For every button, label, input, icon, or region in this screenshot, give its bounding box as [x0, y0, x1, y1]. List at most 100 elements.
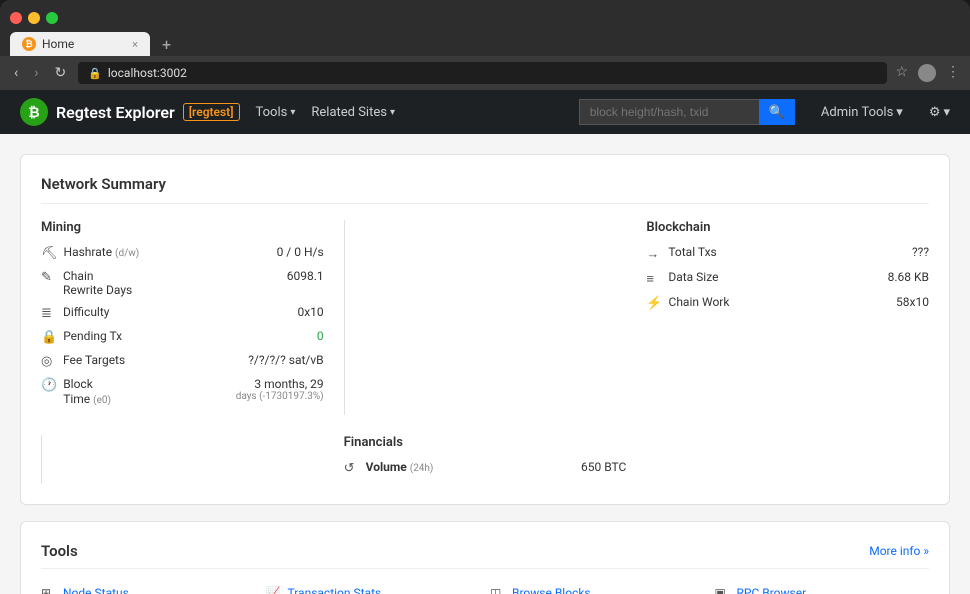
- profile-icon[interactable]: [918, 64, 936, 82]
- difficulty-row: ≣ Difficulty 0x10: [41, 305, 324, 321]
- hashrate-value: 0 / 0 H/s: [277, 245, 324, 259]
- total-txs-row: → Total Txs ???: [646, 245, 929, 262]
- brand-icon: ₿: [20, 98, 48, 126]
- refresh-button[interactable]: ↻: [50, 63, 70, 83]
- search-area: 🔍: [579, 99, 795, 125]
- minimize-button[interactable]: [28, 12, 40, 24]
- total-txs-icon: →: [646, 246, 662, 262]
- settings-menu[interactable]: ⚙ ▾: [929, 105, 950, 120]
- hashrate-label: Hashrate (d/w): [64, 245, 271, 259]
- address-bar: ‹ › ↻ 🔒 localhost:3002 ☆ ⋮: [0, 56, 970, 90]
- fullscreen-button[interactable]: [46, 12, 58, 24]
- node-status-item[interactable]: ⊞ Node Status: [41, 583, 256, 594]
- star-icon[interactable]: ☆: [895, 64, 908, 82]
- network-grid: Mining ⛏ Hashrate (d/w) 0 / 0 H/s ✎ Chai…: [41, 220, 929, 484]
- brand-name: Regtest Explorer: [56, 103, 175, 122]
- brand: ₿ Regtest Explorer [regtest]: [20, 98, 240, 126]
- volume-label: Volume (24h): [366, 460, 575, 474]
- fee-label: Fee Targets: [63, 353, 242, 367]
- network-summary-card: Network Summary Mining ⛏ Hashrate (d/w) …: [20, 154, 950, 505]
- settings-caret-icon: ▾: [943, 105, 950, 120]
- tab-close-icon[interactable]: ×: [132, 38, 138, 51]
- total-txs-label: Total Txs: [668, 245, 906, 259]
- chain-value: 6098.1: [287, 269, 324, 283]
- financials-section: Financials ↺ Volume (24h) 650 BTC: [344, 435, 627, 484]
- tools-col-1: ⊞ Node Status ◈ Block Stats ◐ Block Anal…: [41, 583, 256, 594]
- rpc-browser-icon: ▣: [715, 586, 731, 594]
- difficulty-value: 0x10: [297, 305, 323, 319]
- divider-2: [41, 435, 42, 484]
- browser-chrome: ₿ Home × +: [0, 0, 970, 56]
- node-status-link[interactable]: Node Status: [63, 586, 129, 594]
- menu-icon[interactable]: ⋮: [946, 64, 960, 82]
- transaction-stats-item[interactable]: 📈 Transaction Stats: [266, 583, 481, 594]
- data-size-row: ≡ Data Size 8.68 KB: [646, 270, 929, 287]
- transaction-stats-link[interactable]: Transaction Stats: [288, 586, 382, 594]
- data-size-label: Data Size: [668, 270, 881, 284]
- back-button[interactable]: ‹: [10, 63, 22, 83]
- block-time-value: 3 months, 29: [236, 377, 324, 391]
- chain-work-icon: ⚡: [646, 296, 662, 311]
- tools-menu[interactable]: Tools ▾: [256, 105, 296, 120]
- pending-tx-row: 🔒 Pending Tx 0: [41, 329, 324, 345]
- tools-col-3: ◫ Browse Blocks 🔒 Browse Pending Tx ⊙ Pe…: [490, 583, 705, 594]
- admin-tools-menu[interactable]: Admin Tools ▾: [821, 105, 903, 120]
- tools-col-2: 📈 Transaction Stats ▤ Mempool Summary 📈 …: [266, 583, 481, 594]
- close-button[interactable]: [10, 12, 22, 24]
- browse-blocks-link[interactable]: Browse Blocks: [512, 586, 591, 594]
- blockchain-section: Blockchain → Total Txs ??? ≡ Data Size 8…: [646, 220, 929, 415]
- chain-icon: ✎: [41, 270, 57, 285]
- related-sites-caret-icon: ▾: [390, 107, 395, 118]
- related-sites-menu[interactable]: Related Sites ▾: [311, 105, 395, 120]
- network-summary-title: Network Summary: [41, 175, 929, 204]
- tools-col-4: ▣ RPC Browser >_ RPC Terminal ◉ Bitcoin …: [715, 583, 930, 594]
- mining-title: Mining: [41, 220, 324, 235]
- volume-row: ↺ Volume (24h) 650 BTC: [344, 460, 627, 476]
- chain-label: ChainRewrite Days: [63, 269, 281, 297]
- chain-work-label: Chain Work: [669, 295, 891, 309]
- hashrate-row: ⛏ Hashrate (d/w) 0 / 0 H/s: [41, 245, 324, 261]
- tools-caret-icon: ▾: [290, 107, 295, 118]
- rpc-browser-link[interactable]: RPC Browser: [737, 586, 807, 594]
- browser-actions: ☆ ⋮: [895, 64, 960, 82]
- new-tab-button[interactable]: +: [156, 35, 177, 54]
- tab-title: Home: [42, 37, 74, 51]
- pending-icon: 🔒: [41, 330, 57, 345]
- chain-work-value: 58x10: [896, 295, 929, 309]
- gear-icon: ⚙: [929, 105, 941, 120]
- transaction-stats-icon: 📈: [266, 586, 282, 594]
- data-size-value: 8.68 KB: [888, 270, 929, 284]
- data-size-icon: ≡: [646, 271, 662, 287]
- url-bar[interactable]: 🔒 localhost:3002: [78, 62, 887, 84]
- block-time-icon: 🕐: [41, 378, 57, 393]
- divider-1: [344, 220, 345, 415]
- browse-blocks-item[interactable]: ◫ Browse Blocks: [490, 583, 705, 594]
- total-txs-value: ???: [912, 245, 929, 259]
- mining-section: Mining ⛏ Hashrate (d/w) 0 / 0 H/s ✎ Chai…: [41, 220, 324, 415]
- tools-card: Tools More info » ⊞ Node Status ◈ Block …: [20, 521, 950, 594]
- navbar: ₿ Regtest Explorer [regtest] Tools ▾ Rel…: [0, 90, 970, 134]
- rpc-browser-item[interactable]: ▣ RPC Browser: [715, 583, 930, 594]
- pending-label: Pending Tx: [63, 329, 311, 343]
- tab-favicon: ₿: [22, 37, 36, 51]
- difficulty-label: Difficulty: [63, 305, 291, 319]
- chain-rewrite-row: ✎ ChainRewrite Days 6098.1: [41, 269, 324, 297]
- forward-button[interactable]: ›: [30, 63, 42, 83]
- fee-targets-row: ◎ Fee Targets ?/?/?/? sat/vB: [41, 353, 324, 369]
- lock-icon: 🔒: [88, 67, 102, 80]
- tab-bar: ₿ Home × +: [10, 32, 960, 56]
- node-status-icon: ⊞: [41, 586, 57, 594]
- active-tab[interactable]: ₿ Home ×: [10, 32, 150, 56]
- financials-title: Financials: [344, 435, 627, 450]
- volume-icon: ↺: [344, 461, 360, 476]
- more-info-link[interactable]: More info »: [869, 544, 929, 558]
- search-input[interactable]: [579, 99, 759, 125]
- brand-tag: [regtest]: [183, 103, 240, 121]
- chain-work-row: ⚡ Chain Work 58x10: [646, 295, 929, 311]
- search-button[interactable]: 🔍: [759, 99, 795, 125]
- admin-caret-icon: ▾: [896, 105, 903, 120]
- block-time-label: BlockTime (e0): [63, 377, 111, 406]
- url-text: localhost:3002: [108, 66, 187, 80]
- blockchain-title: Blockchain: [646, 220, 929, 235]
- traffic-lights: [10, 8, 960, 32]
